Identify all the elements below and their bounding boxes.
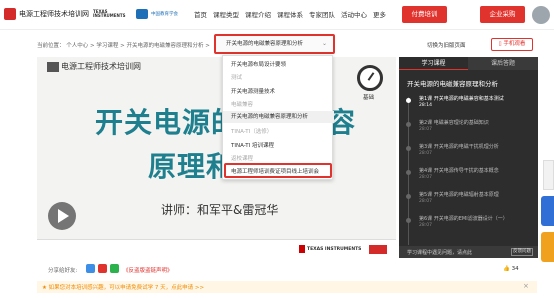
dropdown-group-label: 测试 <box>231 75 243 81</box>
feedback-button[interactable]: 反馈问题 <box>511 248 533 256</box>
close-icon[interactable]: × <box>523 282 529 290</box>
play-icon[interactable] <box>48 202 76 230</box>
mobile-watch-label: 手机观看 <box>503 41 526 47</box>
wechat-icon[interactable] <box>110 264 119 273</box>
tab-quiz[interactable]: 课后答题 <box>468 57 538 70</box>
video-footer-logo-icon <box>369 245 387 254</box>
dropdown-group-label: TINA-TI（选修） <box>231 129 273 135</box>
lesson-dot-icon <box>406 194 411 199</box>
mobile-watch-button[interactable]: ▯ 手机观看 <box>491 38 533 51</box>
site-logo-icon[interactable] <box>4 8 16 20</box>
partner-logo-text: 中国教育学会 <box>151 12 178 17</box>
like-count: 34 <box>511 266 519 272</box>
video-player[interactable]: 电源工程师技术培训网 基础 开关电源的电磁兼容 原理和分析 讲师：和军平&雷冠华… <box>37 57 396 258</box>
side-widget-promo[interactable] <box>541 232 554 262</box>
share-label: 分享给好友: <box>48 268 78 274</box>
sidebar-tabs: 学习课程 课后答题 <box>399 57 538 70</box>
dropdown-option-active[interactable]: 开关电源的电磁兼容原理和分析 <box>223 111 334 123</box>
page-root: 电源工程师技术培训网 TEXAS INSTRUMENTS 中国教育学会 首页 课… <box>0 0 554 298</box>
lesson-dot-icon <box>406 218 411 223</box>
trial-notice-text[interactable]: ★ 如果您对本培训感兴趣，可以申请免费试学 7 天，点此申请 >> <box>42 283 204 291</box>
gauge-icon <box>357 65 383 91</box>
video-footer: TEXAS INSTRUMENTS <box>37 239 396 258</box>
breadcrumb: 当前位置： 个人中心 > 学习课程 > 开关电源的电磁兼容原理和分析 > <box>37 43 210 49</box>
side-widget-service[interactable] <box>541 196 554 226</box>
highlight-box <box>224 163 332 178</box>
dropdown-option[interactable]: 开关电源布局设计要领 <box>223 60 334 68</box>
nav-item-course-system[interactable]: 课程体系 <box>277 9 303 19</box>
lesson-dot-icon <box>406 122 411 127</box>
level-label: 基础 <box>363 95 375 101</box>
nav-item-experts[interactable]: 专家团队 <box>309 9 335 19</box>
dropdown-option[interactable]: TINA-TI 培训课程 <box>223 141 334 149</box>
course-title: 开关电源的电磁兼容原理和分析 <box>407 80 498 88</box>
video-site-name: 电源工程师技术培训网 <box>61 62 141 71</box>
course-dropdown-menu: 开关电源布局设计要领 测试 开关电源测量技术 电磁兼容 开关电源的电磁兼容原理和… <box>222 55 334 180</box>
course-select[interactable]: 开关电源的电磁兼容原理和分析 ⌄ <box>214 34 335 54</box>
nav-item-course-intro[interactable]: 课程介绍 <box>245 9 271 19</box>
course-sidebar: 学习课程 课后答题 开关电源的电磁兼容原理和分析 第1课 开关电源的电磁兼容和基… <box>399 57 538 258</box>
partner-logo: 中国教育学会 <box>136 8 186 20</box>
lesson-duration: 28:07 <box>419 199 432 204</box>
video-speaker: 讲师：和军平&雷冠华 <box>161 203 279 217</box>
lesson-duration: 28:07 <box>419 127 432 132</box>
lesson-title: 第3课 开关电源的电磁干扰机理分析 <box>419 144 499 150</box>
main-nav: 首页 课程类型 课程介绍 课程体系 专家团队 活动中心 更多 <box>194 9 392 19</box>
lesson-duration: 28:07 <box>419 223 432 228</box>
video-footer-ti-logo: TEXAS INSTRUMENTS <box>299 245 361 253</box>
lesson-dot-icon <box>406 170 411 175</box>
lesson-title: 第4课 开关电源传导干扰的基本概念 <box>419 168 499 174</box>
lesson-duration: 28:14 <box>419 103 432 108</box>
lesson-duration: 28:07 <box>419 175 432 180</box>
qq-icon[interactable] <box>86 264 95 273</box>
weibo-icon[interactable] <box>98 264 107 273</box>
dropdown-group-label: 电磁兼容 <box>231 102 254 108</box>
paid-training-button[interactable]: 付费培训 <box>402 6 447 23</box>
nav-item-more[interactable]: 更多 <box>373 9 386 19</box>
video-logo-icon <box>47 62 59 72</box>
lesson-dot-icon <box>406 146 411 151</box>
avatar[interactable] <box>532 6 550 24</box>
nav-item-events[interactable]: 活动中心 <box>341 9 367 19</box>
nav-item-course-types[interactable]: 课程类型 <box>213 9 239 19</box>
feedback-prompt: 学习课程中遇见问题，请点此 <box>407 250 473 256</box>
lesson-title: 第2课 电磁兼容理论的基础知识 <box>419 120 489 126</box>
dropdown-option[interactable]: 开关电源测量技术 <box>223 87 334 95</box>
side-widget-contact[interactable] <box>543 160 554 190</box>
lesson-duration: 28:07 <box>419 151 432 156</box>
top-header: 电源工程师技术培训网 TEXAS INSTRUMENTS 中国教育学会 首页 课… <box>0 0 554 30</box>
video-top-bar: 电源工程师技术培训网 <box>37 57 396 77</box>
dropdown-group-label: 返校课程 <box>231 156 254 162</box>
course-select-value: 开关电源的电磁兼容原理和分析 <box>226 41 304 47</box>
lesson-dot-icon <box>406 98 411 103</box>
site-name[interactable]: 电源工程师技术培训网 <box>19 9 89 19</box>
anti-piracy-link[interactable]: 《反盗版盗链声明》 <box>123 266 173 274</box>
lesson-title: 第5课 开关电源的电磁辐射基本原理 <box>419 192 499 198</box>
thumbs-up-icon: 👍 <box>503 266 512 272</box>
ti-logo-text: TEXAS INSTRUMENTS <box>93 8 126 18</box>
like-button[interactable]: 👍 34 <box>503 266 519 272</box>
ti-logo-icon <box>299 245 305 253</box>
ti-logo: TEXAS INSTRUMENTS <box>91 8 125 20</box>
chevron-down-icon: ⌄ <box>321 40 327 47</box>
switch-old-version-link[interactable]: 切换为旧版页面 <box>427 41 466 49</box>
enterprise-purchase-button[interactable]: 企业采购 <box>480 6 525 23</box>
nav-item-home[interactable]: 首页 <box>194 9 207 19</box>
feedback-bar: 学习课程中遇见问题，请点此 反馈问题 <box>399 246 538 258</box>
trial-notice: ★ 如果您对本培训感兴趣，可以申请免费试学 7 天，点此申请 >> × <box>37 281 537 293</box>
tab-study[interactable]: 学习课程 <box>399 57 468 70</box>
lesson-title: 第1课 开关电源的电磁兼容和基本测试 <box>419 96 504 102</box>
lesson-title: 第6课 开关电源的EMI滤波器设计（一） <box>419 216 508 222</box>
video-footer-ti-text: TEXAS INSTRUMENTS <box>307 246 362 252</box>
partner-logo-icon <box>136 9 148 19</box>
